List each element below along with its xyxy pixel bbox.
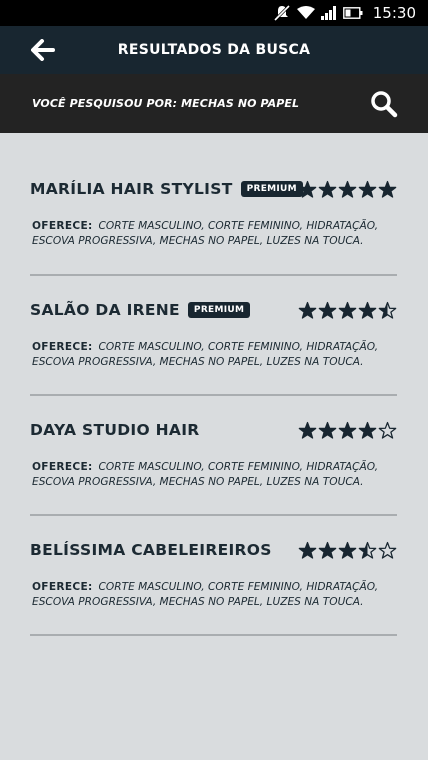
- star-filled-icon: [298, 541, 317, 560]
- star-filled-icon: [298, 421, 317, 440]
- signal-icon: [320, 6, 336, 20]
- result-card[interactable]: SALÃO DA IRENE PREMIUM OFERECE: CORTE MASCU…: [30, 276, 397, 396]
- star-empty-icon: [378, 541, 397, 560]
- salon-name[interactable]: SALÃO DA IRENE: [30, 301, 180, 319]
- star-filled-icon: [338, 421, 357, 440]
- rating-stars: [298, 177, 397, 201]
- page-title: RESULTADOS DA BUSCA: [117, 42, 311, 58]
- star-filled-icon: [358, 180, 377, 199]
- services-offered: OFERECE: CORTE MASCULINO, CORTE FEMININO,…: [32, 219, 397, 249]
- salon-name[interactable]: MARÍLIA HAIR STYLIST: [30, 180, 233, 198]
- star-filled-icon: [358, 301, 377, 320]
- result-card-header: MARÍLIA HAIR STYLIST PREMIUM: [30, 177, 397, 201]
- result-card[interactable]: MARÍLIA HAIR STYLIST PREMIUM OFERECE: CORTE…: [30, 133, 397, 276]
- star-filled-icon: [338, 541, 357, 560]
- star-filled-icon: [298, 180, 317, 199]
- status-icons: 15:30: [273, 0, 416, 26]
- offers-label: OFERECE:: [32, 220, 93, 232]
- result-card[interactable]: BELÍSSIMA CABELEIREIROS OFERECE: CORTE MAS…: [30, 516, 397, 636]
- result-card-header: DAYA STUDIO HAIR: [30, 418, 397, 442]
- app-header: RESULTADOS DA BUSCA: [0, 26, 428, 74]
- star-filled-icon: [378, 180, 397, 199]
- search-icon: [371, 91, 398, 118]
- star-filled-icon: [358, 421, 377, 440]
- status-bar: 15:30: [0, 0, 428, 26]
- star-half-icon: [378, 301, 397, 320]
- star-empty-icon: [378, 421, 397, 440]
- result-card-header: BELÍSSIMA CABELEIREIROS: [30, 538, 397, 562]
- salon-name[interactable]: DAYA STUDIO HAIR: [30, 421, 200, 439]
- star-filled-icon: [298, 301, 317, 320]
- battery-icon: [342, 7, 363, 19]
- notifications-off-icon: [273, 5, 290, 21]
- premium-badge: PREMIUM: [187, 302, 251, 318]
- rating-stars: [298, 418, 397, 442]
- search-bar: VOCÊ PESQUISOU POR: MECHAS NO PAPEL: [0, 74, 428, 133]
- star-filled-icon: [338, 180, 357, 199]
- services-offered: OFERECE: CORTE MASCULINO, CORTE FEMININO,…: [32, 460, 397, 490]
- search-query-text: VOCÊ PESQUISOU POR: MECHAS NO PAPEL: [32, 97, 300, 110]
- services-offered: OFERECE: CORTE MASCULINO, CORTE FEMININO,…: [32, 580, 397, 610]
- premium-badge: PREMIUM: [240, 181, 303, 197]
- star-filled-icon: [318, 421, 337, 440]
- results-list: MARÍLIA HAIR STYLIST PREMIUM OFERECE: CORTE…: [30, 133, 397, 636]
- rating-stars: [298, 538, 397, 562]
- result-card-header: SALÃO DA IRENE PREMIUM: [30, 298, 397, 322]
- star-filled-icon: [338, 301, 357, 320]
- salon-name[interactable]: BELÍSSIMA CABELEIREIROS: [30, 541, 272, 559]
- star-filled-icon: [318, 301, 337, 320]
- wifi-icon: [296, 6, 315, 19]
- offers-label: OFERECE:: [32, 461, 93, 473]
- search-button[interactable]: [370, 90, 398, 118]
- star-filled-icon: [318, 541, 337, 560]
- services-offered: OFERECE: CORTE MASCULINO, CORTE FEMININO,…: [32, 340, 397, 370]
- offers-label: OFERECE:: [32, 341, 93, 353]
- star-filled-icon: [318, 180, 337, 199]
- result-card[interactable]: DAYA STUDIO HAIR OFERECE: CORTE MASCULINO,…: [30, 396, 397, 516]
- rating-stars: [298, 298, 397, 322]
- status-time: 15:30: [372, 4, 416, 22]
- star-half-icon: [358, 541, 377, 560]
- offers-label: OFERECE:: [32, 581, 93, 593]
